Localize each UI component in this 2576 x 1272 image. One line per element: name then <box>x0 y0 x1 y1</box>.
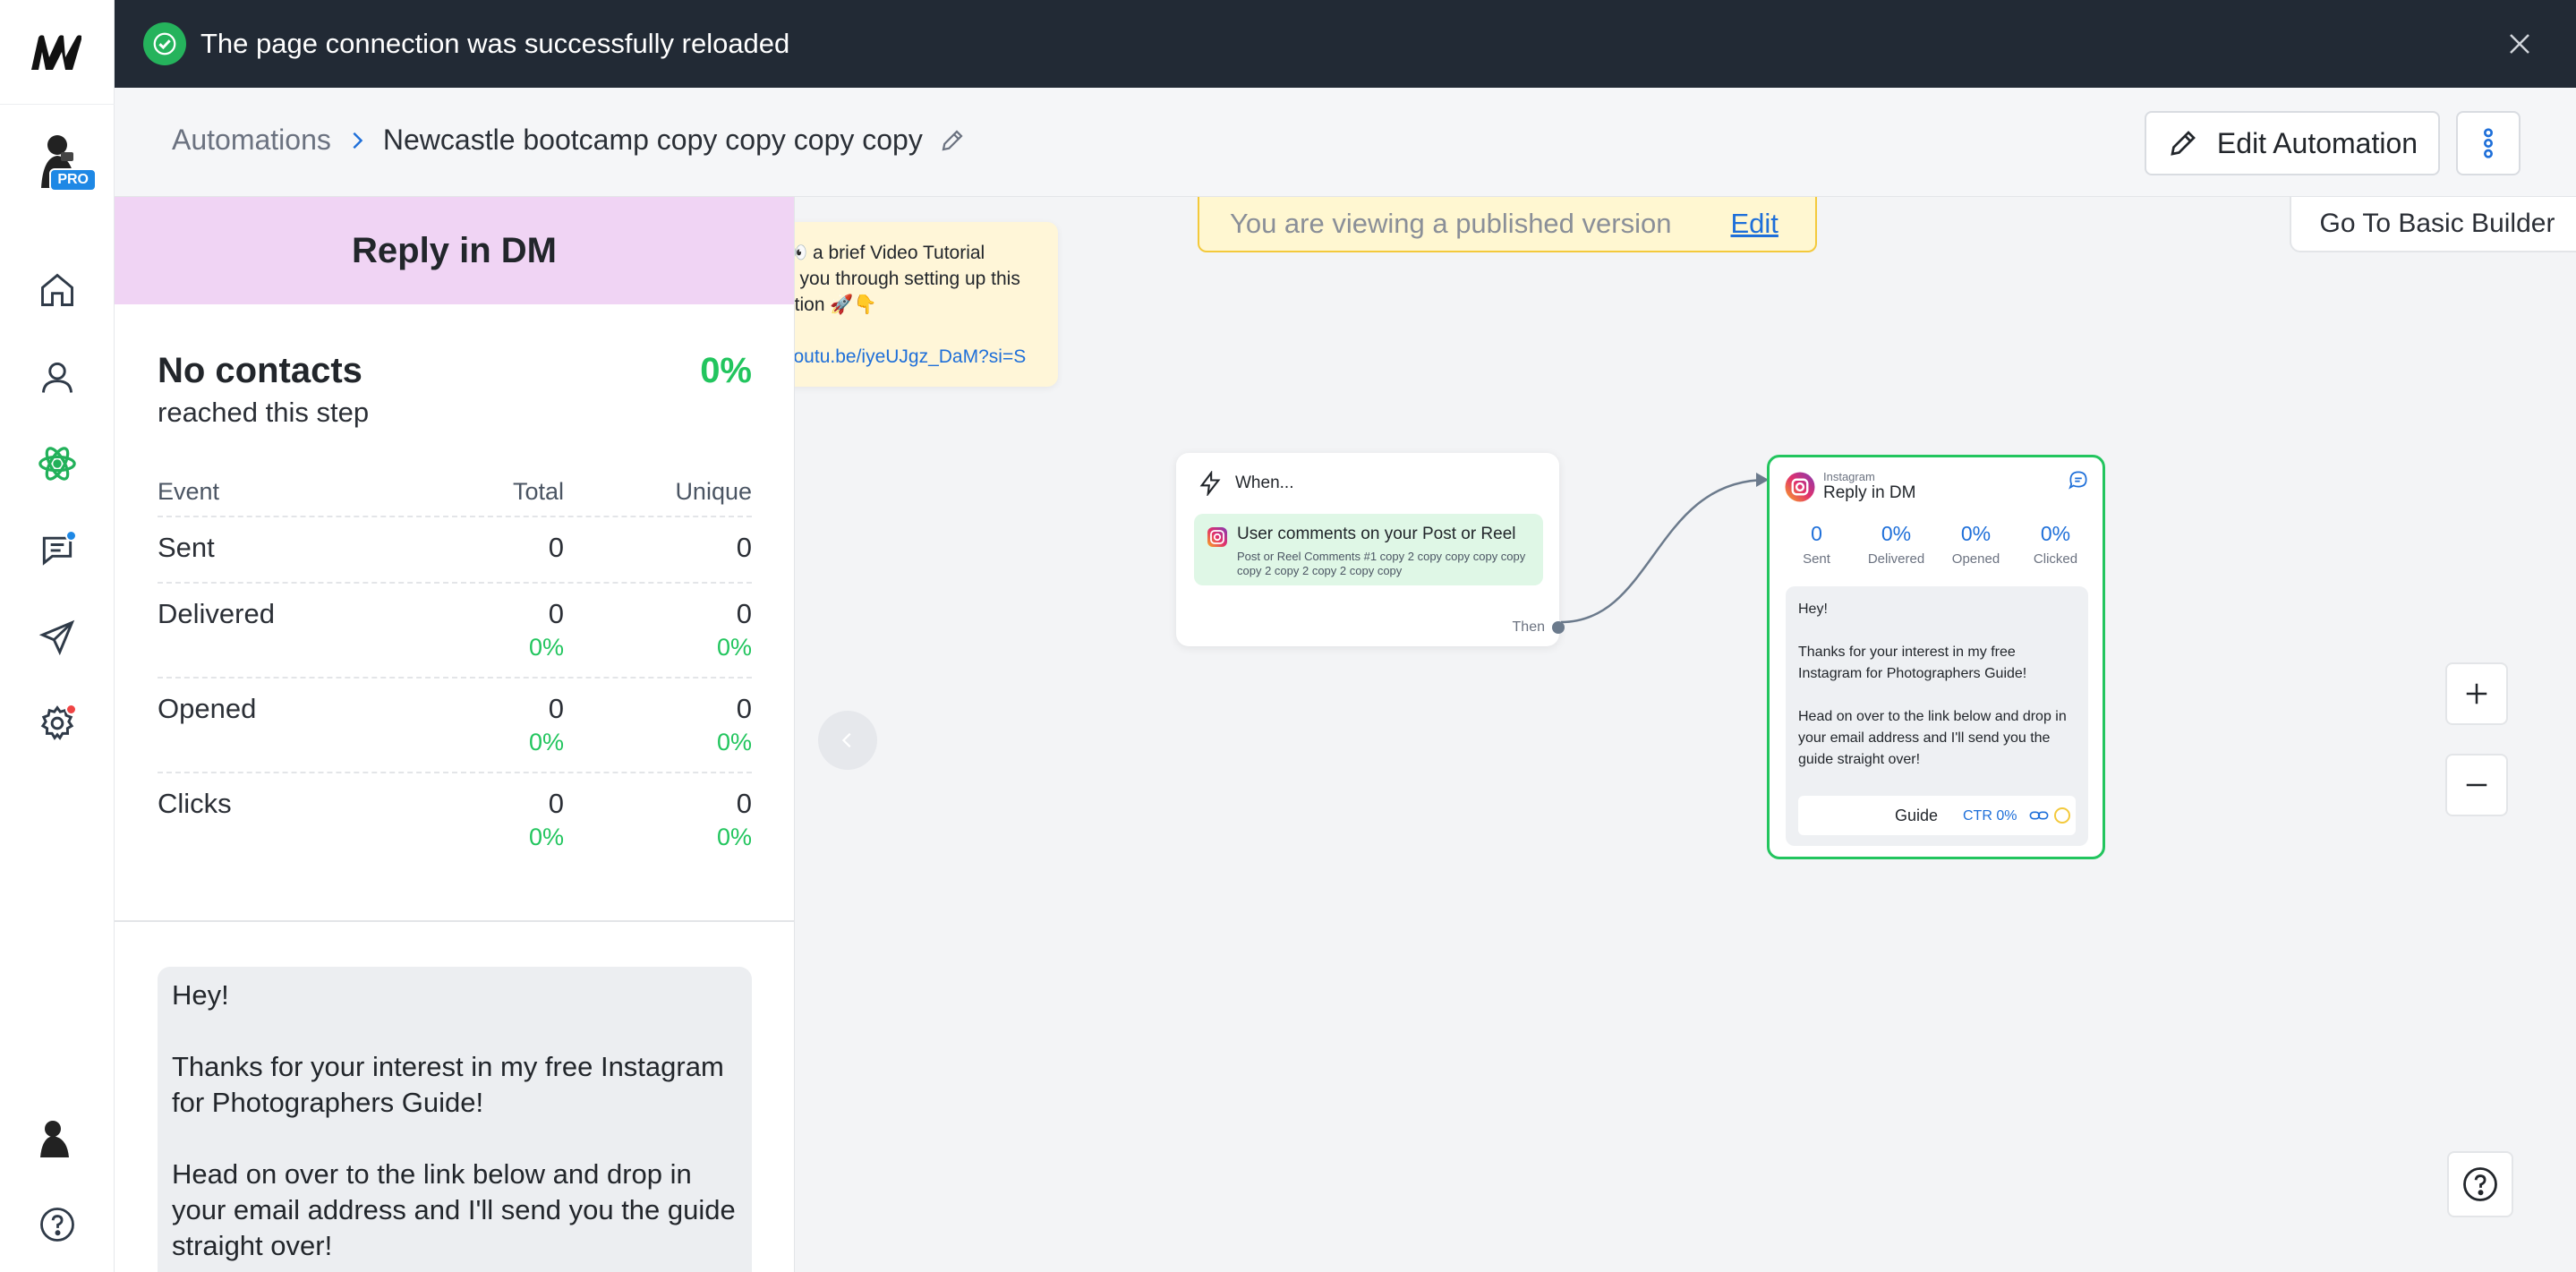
node-title: Reply in DM <box>1823 483 1916 502</box>
output-port[interactable] <box>1552 621 1565 634</box>
link-icon <box>2029 811 2049 820</box>
chevron-right-icon <box>347 131 367 150</box>
status-circle-icon <box>2054 807 2070 824</box>
reply-in-dm-node[interactable]: Instagram Reply in DM 0 Sent 0% Delivered … <box>1767 455 2105 859</box>
plus-icon <box>2466 683 2487 704</box>
table-row: Sent 0 0 <box>158 517 752 584</box>
step-stats-panel: Reply in DM No contacts reached this ste… <box>115 197 795 1272</box>
automation-icon[interactable] <box>36 442 79 485</box>
success-toast: The page connection was successfully rel… <box>115 0 2576 88</box>
chevron-left-icon <box>841 732 851 748</box>
node-message-preview: Hey! Thanks for your interest in my free… <box>1786 586 2088 846</box>
minus-icon <box>2466 783 2487 787</box>
breadcrumb-automations-link[interactable]: Automations <box>172 124 331 157</box>
events-table: Event Total Unique Sent 0 0 Delivered 00… <box>158 467 752 868</box>
node-link-button[interactable]: Guide CTR 0% <box>1798 796 2076 835</box>
node-stats: 0 Sent 0% Delivered 0% Opened 0% Clicked <box>1777 522 2095 567</box>
pencil-icon <box>2167 125 2203 161</box>
close-icon[interactable] <box>2503 27 2537 61</box>
rail-divider <box>0 104 115 105</box>
toast-message: The page connection was successfully rel… <box>200 28 790 59</box>
column-event: Event <box>158 477 220 505</box>
settings-alert-dot <box>65 704 77 715</box>
link-button-label: Guide <box>1894 807 1939 824</box>
summary-subtext: reached this step <box>158 397 370 428</box>
stat-sent: 0 Sent <box>1803 522 1830 567</box>
stat-clicked: 0% Clicked <box>2033 522 2078 567</box>
panel-summary: No contacts reached this step 0% <box>158 351 752 429</box>
column-total: Total <box>512 477 564 505</box>
panel-message-preview: Hey! Thanks for your interest in my free… <box>158 967 752 1272</box>
table-row: Delivered 0 0% 0 0% <box>158 584 752 679</box>
automation-title: Newcastle bootcamp copy copy copy copy <box>382 124 923 156</box>
live-chat-icon[interactable] <box>36 528 79 571</box>
node-platform: Instagram <box>1823 470 1875 483</box>
profile-avatar-icon[interactable] <box>34 1117 77 1160</box>
stat-opened: 0% Opened <box>1951 522 2000 567</box>
trigger-name: User comments on your Post or Reel <box>1237 525 1516 543</box>
panel-title: Reply in DM <box>115 197 794 304</box>
help-icon <box>2463 1167 2497 1201</box>
collapse-panel-button[interactable] <box>818 711 877 770</box>
pro-badge: PRO <box>49 168 97 192</box>
check-circle-icon <box>143 22 186 65</box>
zoom-in-button[interactable] <box>2445 662 2508 725</box>
broadcast-icon[interactable] <box>36 616 79 659</box>
left-nav-rail: PRO <box>0 0 115 1272</box>
table-row: Opened 0 0% 0 0% <box>158 679 752 773</box>
link-ctr: CTR 0% <box>1963 808 2017 824</box>
kebab-menu-icon <box>2483 128 2494 158</box>
trigger-item[interactable]: User comments on your Post or Reel Post … <box>1194 514 1543 585</box>
instagram-icon <box>1207 527 1227 547</box>
table-header: Event Total Unique <box>158 467 752 517</box>
edit-automation-button[interactable]: Edit Automation <box>2145 111 2440 175</box>
trigger-node-title: When... <box>1235 474 1294 492</box>
summary-heading: No contacts <box>158 351 363 390</box>
table-row: Clicks 0 0% 0 0% <box>158 788 752 850</box>
then-label: Then <box>1512 619 1545 635</box>
lightning-icon <box>1198 469 1226 498</box>
instagram-icon <box>1785 472 1815 501</box>
help-icon[interactable] <box>36 1203 79 1246</box>
page-header: Automations Newcastle bootcamp copy copy… <box>115 88 2576 197</box>
more-options-button[interactable] <box>2456 111 2521 175</box>
column-unique: Unique <box>675 477 752 505</box>
notification-dot <box>65 530 77 542</box>
canvas-help-button[interactable] <box>2447 1151 2513 1217</box>
panel-message-text: Hey! Thanks for your interest in my free… <box>172 979 736 1261</box>
home-icon[interactable] <box>36 269 79 312</box>
manychat-logo-icon[interactable] <box>27 27 88 77</box>
breadcrumb: Automations Newcastle bootcamp copy copy… <box>172 124 969 157</box>
account-avatar[interactable]: PRO <box>34 132 97 192</box>
panel-divider <box>115 920 794 922</box>
node-message-text: Hey! Thanks for your interest in my free… <box>1798 602 2067 767</box>
message-bubble-icon <box>2068 471 2087 490</box>
rename-pencil-icon[interactable] <box>939 125 969 156</box>
summary-percent: 0% <box>700 351 752 390</box>
contacts-icon[interactable] <box>36 356 79 399</box>
trigger-node[interactable]: When... User comments on your Post or Re… <box>1176 453 1565 646</box>
stat-delivered: 0% Delivered <box>1867 522 1925 567</box>
settings-icon[interactable] <box>36 702 79 745</box>
zoom-out-button[interactable] <box>2445 754 2508 816</box>
edit-automation-label: Edit Automation <box>2216 126 2418 159</box>
trigger-detail: Post or Reel Comments #1 copy 2 copy cop… <box>1237 550 1526 577</box>
